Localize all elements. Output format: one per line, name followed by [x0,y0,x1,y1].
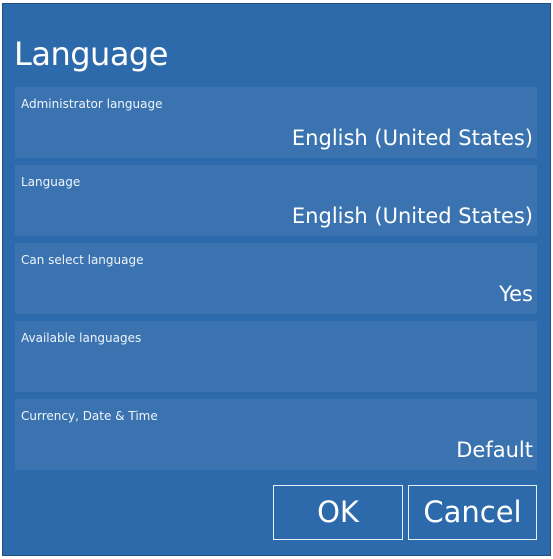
setting-label: Language [21,175,81,189]
setting-label: Can select language [21,253,144,267]
setting-label: Available languages [21,331,142,345]
setting-value: Yes [499,282,533,306]
dialog-title: Language [14,35,168,73]
setting-row-currency-date-time[interactable]: Currency, Date & Time Default [15,399,537,470]
setting-row-available-languages[interactable]: Available languages [15,321,537,392]
setting-label: Currency, Date & Time [21,409,158,423]
cancel-button[interactable]: Cancel [408,485,537,540]
setting-label: Administrator language [21,97,163,111]
setting-value: English (United States) [291,204,533,228]
setting-row-language[interactable]: Language English (United States) [15,165,537,236]
setting-value: English (United States) [291,126,533,150]
setting-value: Default [456,438,533,462]
ok-button[interactable]: OK [273,485,403,540]
setting-row-can-select-language[interactable]: Can select language Yes [15,243,537,314]
setting-row-administrator-language[interactable]: Administrator language English (United S… [15,87,537,158]
settings-list: Administrator language English (United S… [15,87,537,477]
language-dialog: Language Administrator language English … [2,3,551,556]
